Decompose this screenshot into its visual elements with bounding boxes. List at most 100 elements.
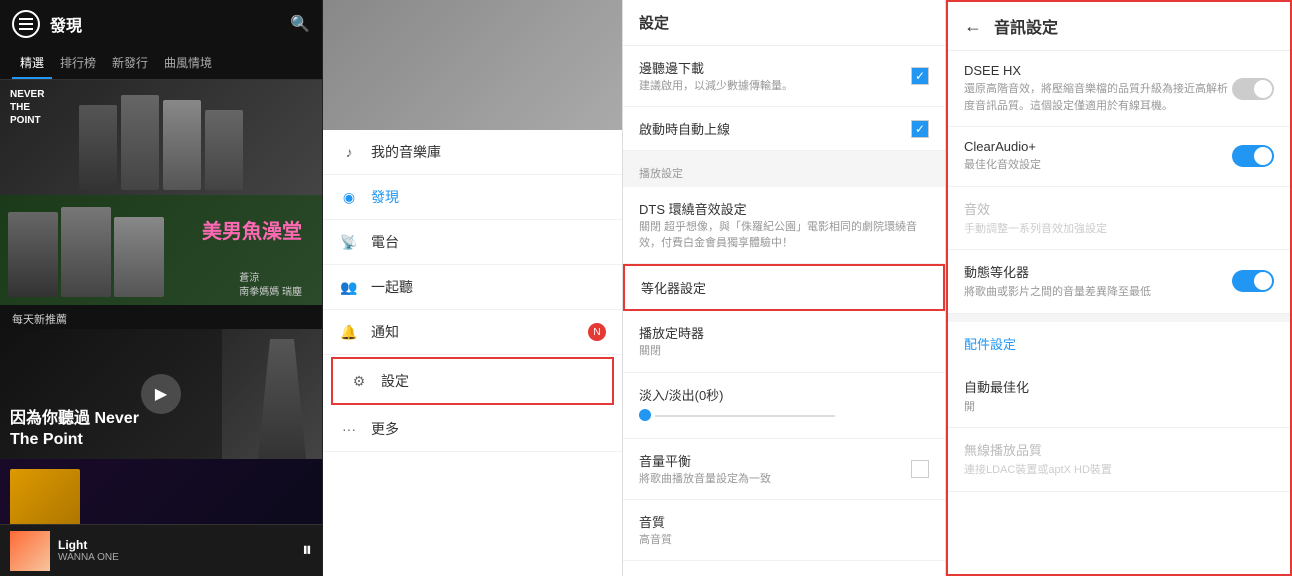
discovery-content: NEVERTHEPOINT 美男魚澡堂 蒼涼南拳媽媽 瑞塵 (0, 80, 322, 524)
mini-player-info: Light WANNA ONE (58, 538, 294, 563)
section-weekly: 每天新推薦 (0, 305, 322, 329)
menu-item-radio[interactable]: 📡 電台 (323, 220, 622, 265)
setting-volume-balance[interactable]: 音量平衡 將歌曲播放音量設定為一致 (623, 439, 945, 500)
setting-dts-info: DTS 環繞音效設定 關閉 超乎想像，與「侏羅紀公園」電影相同的劇院環繞音效，付… (639, 199, 929, 251)
discovery-icon: ◉ (339, 187, 359, 207)
setting-auto-online-title: 啟動時自動上線 (639, 119, 911, 138)
audio-item-wireless-sub: 連接LDAC裝置或aptX HD裝置 (964, 462, 1274, 479)
audio-item-clearaudio[interactable]: ClearAudio+ 最佳化音效設定 (948, 127, 1290, 187)
setting-fade-title: 淡入/淡出(0秒) (639, 385, 929, 404)
radio-label: 電台 (371, 232, 399, 252)
audio-item-wireless-info: 無線播放品質 連接LDAC裝置或aptX HD裝置 (964, 440, 1274, 479)
clearaudio-toggle[interactable] (1232, 145, 1274, 167)
settings-header: 設定 (623, 0, 945, 46)
volume-balance-checkbox[interactable] (911, 460, 929, 478)
banner-drama[interactable]: 美男魚澡堂 蒼涼南拳媽媽 瑞塵 (0, 195, 322, 305)
tab-genres[interactable]: 曲風情境 (156, 48, 220, 79)
menu-item-notification[interactable]: 🔔 通知 N (323, 310, 622, 355)
setting-side-download[interactable]: 邊聽邊下載 建議啟用，以減少數據傳輸量。 ✓ (623, 46, 945, 107)
audio-item-wireless: 無線播放品質 連接LDAC裝置或aptX HD裝置 (948, 428, 1290, 492)
panel-audio: ← 音訊設定 DSEE HX 還原高階音效，將壓縮音樂檔的品質升級為接近高解析度… (946, 0, 1292, 576)
side-download-checkbox[interactable]: ✓ (911, 67, 929, 85)
page-title: 發現 (50, 12, 290, 36)
setting-quality-title: 音質 (639, 512, 929, 531)
setting-quality-sub: 高音質 (639, 533, 929, 548)
audio-item-dsee[interactable]: DSEE HX 還原高階音效，將壓縮音樂檔的品質升級為接近高解析度音訊品質。這個… (948, 51, 1290, 127)
setting-equalizer-title: 等化器設定 (641, 278, 927, 297)
audio-item-auto-optimize-sub: 開 (964, 399, 1274, 416)
pause-button[interactable]: ⏸ (302, 539, 312, 562)
setting-quality[interactable]: 音質 高音質 (623, 500, 945, 561)
setting-volume-balance-title: 音量平衡 (639, 451, 911, 470)
hamburger-button[interactable] (12, 10, 40, 38)
setting-side-download-sub: 建議啟用，以減少數據傳輸量。 (639, 79, 911, 94)
settings-label: 設定 (381, 371, 409, 391)
library-icon: ♪ (339, 142, 359, 162)
play-button[interactable]: ▶ (141, 374, 181, 414)
radio-icon: 📡 (339, 232, 359, 252)
setting-auto-online[interactable]: 啟動時自動上線 ✓ (623, 107, 945, 151)
notification-label: 通知 (371, 322, 399, 342)
audio-item-effect: 音效 手動調整一系列音效加強設定 (948, 187, 1290, 251)
panel-settings: 設定 邊聽邊下載 建議啟用，以減少數據傳輸量。 ✓ 啟動時自動上線 ✓ 播放設定… (623, 0, 946, 576)
dsee-toggle[interactable] (1232, 78, 1274, 100)
audio-divider (948, 314, 1290, 322)
setting-fade[interactable]: 淡入/淡出(0秒) (623, 373, 945, 439)
audio-item-clearaudio-title: ClearAudio+ (964, 139, 1232, 154)
dynamic-eq-toggle[interactable] (1232, 270, 1274, 292)
section-divider-playback (623, 151, 945, 159)
audio-item-clearaudio-sub: 最佳化音效設定 (964, 157, 1232, 174)
menu-item-together[interactable]: 👥 一起聽 (323, 265, 622, 310)
mini-player-thumbnail (10, 531, 50, 571)
together-icon: 👥 (339, 277, 359, 297)
recommend-banner[interactable]: 因為你聽過 NeverThe Point ▶ (0, 329, 322, 459)
setting-dts-title: DTS 環繞音效設定 (639, 199, 929, 218)
audio-content: DSEE HX 還原高階音效，將壓縮音樂檔的品質升級為接近高解析度音訊品質。這個… (948, 51, 1290, 574)
back-button[interactable]: ← (964, 16, 982, 37)
hamburger-line-3 (19, 28, 33, 30)
menu-item-library[interactable]: ♪ 我的音樂庫 (323, 130, 622, 175)
audio-item-dynamic-eq[interactable]: 動態等化器 將歌曲或影片之間的音量差異降至最低 (948, 250, 1290, 314)
audio-item-dynamic-eq-info: 動態等化器 將歌曲或影片之間的音量差異降至最低 (964, 262, 1232, 301)
audio-item-dsee-info: DSEE HX 還原高階音效，將壓縮音樂檔的品質升級為接近高解析度音訊品質。這個… (964, 63, 1232, 114)
gear-icon: ⚙ (349, 371, 369, 391)
search-icon[interactable]: 🔍 (290, 14, 310, 34)
mini-player-artist: WANNA ONE (58, 552, 294, 563)
setting-side-download-info: 邊聽邊下載 建議啟用，以減少數據傳輸量。 (639, 58, 911, 94)
setting-equalizer-info: 等化器設定 (641, 278, 927, 297)
city-banner[interactable]: 不醒之城 派偉俊 (0, 459, 322, 524)
audio-item-wireless-title: 無線播放品質 (964, 440, 1274, 459)
setting-equalizer[interactable]: 等化器設定 (623, 264, 945, 311)
range-dot (639, 409, 651, 421)
settings-content: 邊聽邊下載 建議啟用，以減少數據傳輸量。 ✓ 啟動時自動上線 ✓ 播放設定 DT… (623, 46, 945, 576)
setting-auto-online-info: 啟動時自動上線 (639, 119, 911, 138)
setting-side-download-title: 邊聽邊下載 (639, 58, 911, 77)
menu-item-discovery[interactable]: ◉ 發現 (323, 175, 622, 220)
tab-featured[interactable]: 精選 (12, 48, 52, 79)
audio-item-clearaudio-info: ClearAudio+ 最佳化音效設定 (964, 139, 1232, 174)
more-icon: ··· (339, 419, 359, 439)
hamburger-line-1 (19, 18, 33, 20)
banner-group[interactable]: NEVERTHEPOINT (0, 80, 322, 195)
setting-quality-info: 音質 高音質 (639, 512, 929, 548)
audio-item-effect-info: 音效 手動調整一系列音效加強設定 (964, 199, 1274, 238)
settings-menu-container: ⚙ 設定 (323, 355, 622, 407)
tab-charts[interactable]: 排行榜 (52, 48, 104, 79)
bell-icon: 🔔 (339, 322, 359, 342)
menu-item-more[interactable]: ··· 更多 (323, 407, 622, 452)
audio-item-auto-optimize[interactable]: 自動最佳化 開 (948, 365, 1290, 429)
discovery-header: 發現 🔍 (0, 0, 322, 48)
accessory-link[interactable]: 配件設定 (948, 322, 1290, 365)
tab-new-releases[interactable]: 新發行 (104, 48, 156, 79)
setting-volume-balance-info: 音量平衡 將歌曲播放音量設定為一致 (639, 451, 911, 487)
menu-item-settings[interactable]: ⚙ 設定 (331, 357, 614, 405)
audio-item-dynamic-eq-title: 動態等化器 (964, 262, 1232, 281)
menu-profile: 👤 帳號 › (323, 0, 622, 130)
settings-title: 設定 (639, 15, 669, 32)
mini-player[interactable]: Light WANNA ONE ⏸ (0, 524, 322, 576)
setting-dts[interactable]: DTS 環繞音效設定 關閉 超乎想像，與「侏羅紀公園」電影相同的劇院環繞音效，付… (623, 187, 945, 264)
nav-tabs: 精選 排行榜 新發行 曲風情境 (0, 48, 322, 80)
setting-timer[interactable]: 播放定時器 關閉 (623, 311, 945, 372)
library-label: 我的音樂庫 (371, 142, 441, 162)
auto-online-checkbox[interactable]: ✓ (911, 120, 929, 138)
